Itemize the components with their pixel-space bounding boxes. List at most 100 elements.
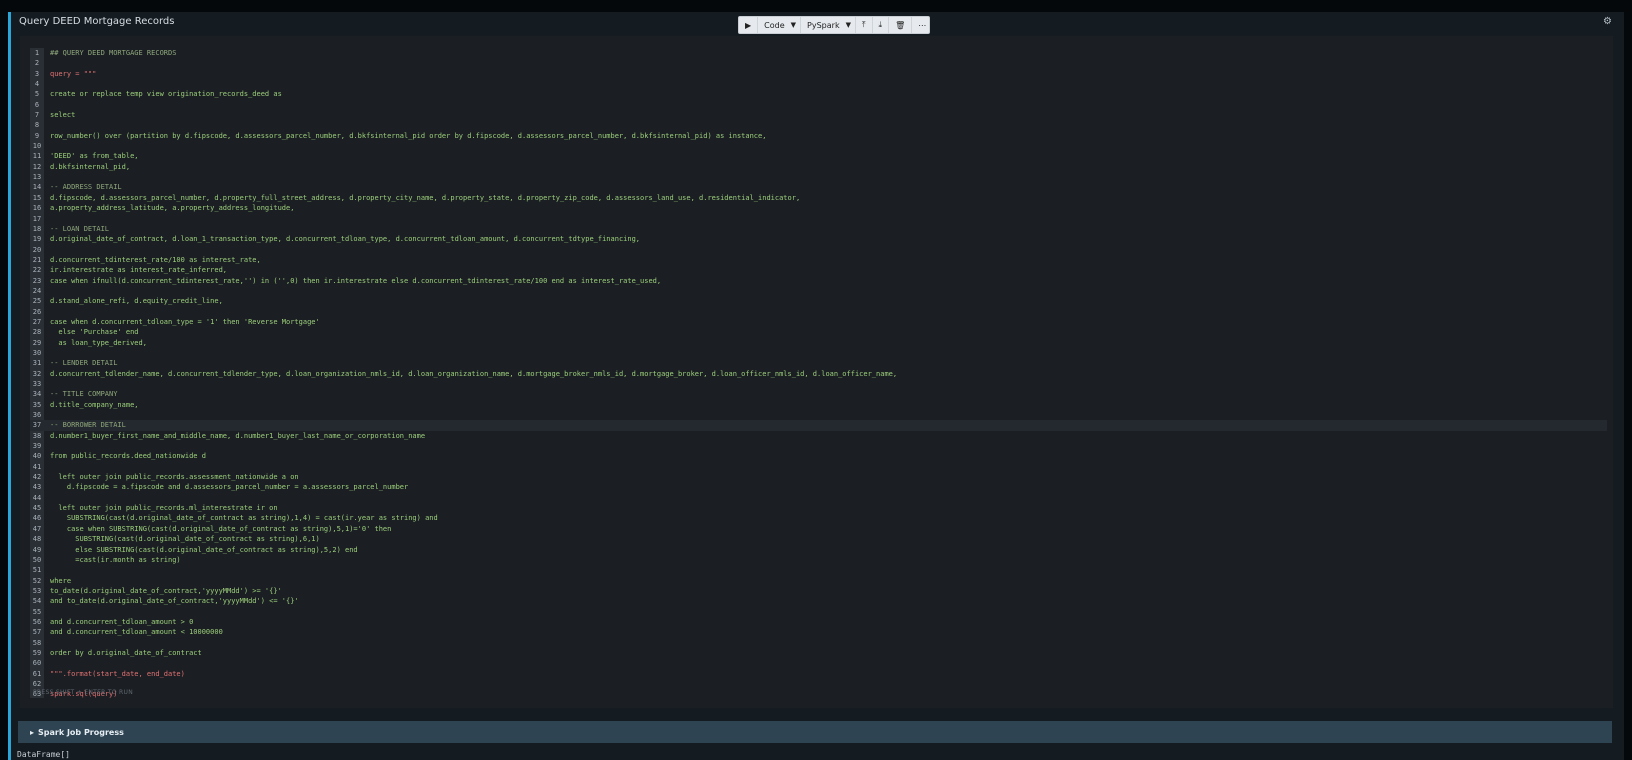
- line-number: 16: [32, 204, 42, 213]
- cell-type-select[interactable]: Code ▼: [758, 17, 802, 33]
- code-text: d.fipscode = a.fipscode and d.assessors_…: [50, 483, 409, 492]
- line-number: 15: [32, 193, 42, 202]
- code-line[interactable]: 19 d.original_date_of_contract, d.loan_1_…: [30, 234, 1607, 244]
- code-line[interactable]: 62: [30, 679, 1607, 689]
- code-line[interactable]: 55: [30, 607, 1607, 617]
- code-line[interactable]: 2: [30, 58, 1607, 68]
- code-line[interactable]: 25 d.stand_alone_refi, d.equity_credit_li…: [30, 296, 1607, 306]
- code-line[interactable]: 26: [30, 307, 1607, 317]
- code-text: SUBSTRING(cast(d.original_date_of_contra…: [50, 514, 438, 523]
- code-line[interactable]: 20: [30, 245, 1607, 255]
- move-down-button[interactable]: ⤓: [873, 17, 890, 33]
- code-text: case when d.concurrent_tdloan_type = '1'…: [50, 317, 320, 326]
- code-line[interactable]: 41: [30, 462, 1607, 472]
- code-line[interactable]: 7 select: [30, 110, 1607, 120]
- code-line[interactable]: 57 and d.concurrent_tdloan_amount < 10000…: [30, 627, 1607, 637]
- code-text: order by d.original_date_of_contract: [50, 648, 202, 657]
- cell-toolbar: ▶ Code ▼ PySpark ▼ ⤒ ⤓ 🗑 ⋯: [738, 16, 930, 34]
- code-line[interactable]: 14 -- ADDRESS DETAIL: [30, 182, 1607, 192]
- code-line[interactable]: 15 d.fipscode, d.assessors_parcel_number,…: [30, 193, 1607, 203]
- code-line[interactable]: 27 case when d.concurrent_tdloan_type = '…: [30, 317, 1607, 327]
- line-number: 3: [34, 69, 40, 78]
- line-number: 7: [34, 111, 40, 120]
- code-line[interactable]: 34 -- TITLE COMPANY: [30, 389, 1607, 399]
- code-text: case when ifnull(d.concurrent_tdinterest…: [50, 276, 662, 285]
- line-number: 11: [32, 152, 42, 161]
- code-line[interactable]: 32 d.concurrent_tdlender_name, d.concurre…: [30, 369, 1607, 379]
- code-line[interactable]: 17: [30, 214, 1607, 224]
- code-line[interactable]: 35 d.title_company_name,: [30, 400, 1607, 410]
- code-line[interactable]: 51: [30, 565, 1607, 575]
- line-number: 49: [32, 545, 42, 554]
- line-number: 52: [32, 576, 42, 585]
- code-line[interactable]: 24: [30, 286, 1607, 296]
- code-line[interactable]: 12 d.bkfsinternal_pid,: [30, 162, 1607, 172]
- spark-job-progress-toggle[interactable]: ▸ Spark Job Progress: [18, 721, 1612, 743]
- code-line[interactable]: 54 and to_date(d.original_date_of_contrac…: [30, 596, 1607, 606]
- code-line[interactable]: 45 left outer join public_records.ml_int…: [30, 503, 1607, 513]
- code-line[interactable]: 49 else SUBSTRING(cast(d.original_date_o…: [30, 545, 1607, 555]
- code-line[interactable]: 44: [30, 493, 1607, 503]
- line-number: 40: [32, 452, 42, 461]
- code-line[interactable]: 50 =cast(ir.month as string): [30, 555, 1607, 565]
- code-line[interactable]: 58: [30, 638, 1607, 648]
- code-line[interactable]: 16 a.property_address_latitude, a.propert…: [30, 203, 1607, 213]
- code-line[interactable]: 60: [30, 658, 1607, 668]
- code-line[interactable]: 61 """.format(start_date, end_date): [30, 669, 1607, 679]
- code-line[interactable]: 63 spark.sql(query): [30, 689, 1607, 699]
- code-line[interactable]: 18 -- LOAN DETAIL: [30, 224, 1607, 234]
- gear-icon[interactable]: ⚙: [1603, 16, 1612, 27]
- code-line[interactable]: 48 SUBSTRING(cast(d.original_date_of_con…: [30, 534, 1607, 544]
- code-line[interactable]: 59 order by d.original_date_of_contract: [30, 648, 1607, 658]
- code-line[interactable]: 23 case when ifnull(d.concurrent_tdintere…: [30, 276, 1607, 286]
- code-line[interactable]: 8: [30, 120, 1607, 130]
- move-up-button[interactable]: ⤒: [856, 17, 873, 33]
- line-number: 38: [32, 431, 42, 440]
- code-line[interactable]: 53 to_date(d.original_date_of_contract,'y…: [30, 586, 1607, 596]
- code-line[interactable]: 36: [30, 410, 1607, 420]
- code-line[interactable]: 22 ir.interestrate as interest_rate_infer…: [30, 265, 1607, 275]
- code-line[interactable]: 46 SUBSTRING(cast(d.original_date_of_con…: [30, 513, 1607, 523]
- code-line[interactable]: 42 left outer join public_records.assess…: [30, 472, 1607, 482]
- line-number: 48: [32, 535, 42, 544]
- delete-cell-button[interactable]: 🗑: [889, 17, 913, 33]
- line-number: 36: [32, 411, 42, 420]
- code-line[interactable]: 28 else 'Purchase' end: [30, 327, 1607, 337]
- line-number: 50: [32, 555, 42, 564]
- code-line[interactable]: 10: [30, 141, 1607, 151]
- notebook-cell[interactable]: Query DEED Mortgage Records ⚙ ▶ Code ▼ P…: [8, 12, 1624, 760]
- code-line[interactable]: 39: [30, 441, 1607, 451]
- code-line[interactable]: 37 -- BORROWER DETAIL: [30, 420, 1607, 431]
- code-line[interactable]: 13: [30, 172, 1607, 182]
- line-number: 39: [32, 442, 42, 451]
- code-line[interactable]: 47 case when SUBSTRING(cast(d.original_d…: [30, 524, 1607, 534]
- language-select[interactable]: PySpark ▼: [801, 17, 856, 33]
- code-line[interactable]: 33: [30, 379, 1607, 389]
- code-line[interactable]: 21 d.concurrent_tdinterest_rate/100 as in…: [30, 255, 1607, 265]
- line-number: 51: [32, 566, 42, 575]
- code-text: =cast(ir.month as string): [50, 555, 181, 564]
- code-line[interactable]: 40 from public_records.deed_nationwide d: [30, 451, 1607, 461]
- line-number: 30: [32, 348, 42, 357]
- line-number: 62: [32, 679, 42, 688]
- code-line[interactable]: 3 query = """: [30, 69, 1607, 79]
- code-line[interactable]: 11 'DEED' as from_table,: [30, 151, 1607, 161]
- code-line[interactable]: 43 d.fipscode = a.fipscode and d.assesso…: [30, 482, 1607, 492]
- run-cell-button[interactable]: ▶: [739, 17, 759, 33]
- code-line[interactable]: 5 create or replace temp view origination…: [30, 89, 1607, 99]
- code-line[interactable]: 9 row_number() over (partition by d.fipsc…: [30, 131, 1607, 141]
- code-line[interactable]: 30: [30, 348, 1607, 358]
- code-line[interactable]: 29 as loan_type_derived,: [30, 338, 1607, 348]
- code-line[interactable]: 1 ## QUERY DEED MORTGAGE RECORDS: [30, 48, 1607, 58]
- spark-job-label: Spark Job Progress: [38, 727, 124, 737]
- code-line[interactable]: 4: [30, 79, 1607, 89]
- code-line[interactable]: 56 and d.concurrent_tdloan_amount > 0: [30, 617, 1607, 627]
- code-line[interactable]: 6: [30, 100, 1607, 110]
- code-line[interactable]: 31 -- LENDER DETAIL: [30, 358, 1607, 368]
- code-text: -- BORROWER DETAIL: [50, 421, 126, 430]
- code-editor[interactable]: 1 ## QUERY DEED MORTGAGE RECORDS 2 3 query =…: [20, 36, 1613, 708]
- line-number: 47: [32, 524, 42, 533]
- code-line[interactable]: 52 where: [30, 576, 1607, 586]
- code-line[interactable]: 38 d.number1_buyer_first_name_and_middle_…: [30, 431, 1607, 441]
- more-options-button[interactable]: ⋯: [912, 17, 932, 33]
